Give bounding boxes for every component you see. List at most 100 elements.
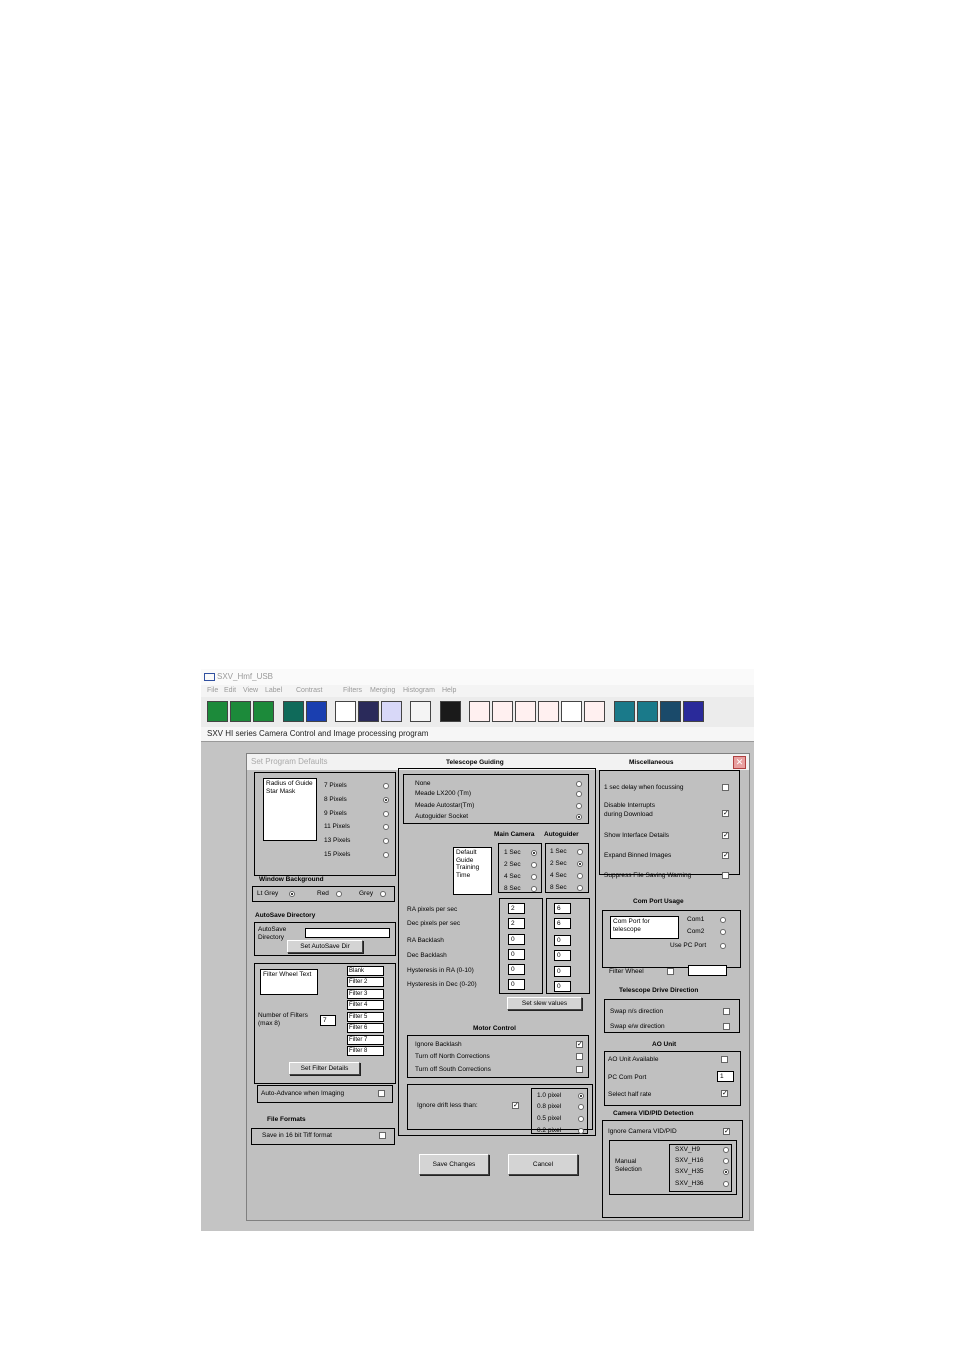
drift-checkbox[interactable]: ✓: [512, 1102, 519, 1109]
auto-time-radio-8[interactable]: [577, 885, 583, 891]
main-time-radio-1[interactable]: [531, 850, 537, 856]
guiding-radio-lx200[interactable]: [576, 791, 582, 797]
com2-radio[interactable]: [720, 929, 726, 935]
com1-radio[interactable]: [720, 917, 726, 923]
main-time-radio-2[interactable]: [531, 862, 537, 868]
set-slew-values-button[interactable]: Set slew values: [507, 997, 582, 1010]
save-changes-button[interactable]: Save Changes: [419, 1154, 489, 1175]
bg-radio-grey[interactable]: [380, 891, 386, 897]
motor-ignore-backlash-checkbox[interactable]: ✓: [576, 1041, 583, 1048]
auto-ra-hysteresis-input[interactable]: 0: [554, 966, 571, 977]
set-filter-details-button[interactable]: Set Filter Details: [289, 1062, 360, 1075]
grid-2-icon[interactable]: [637, 701, 658, 722]
misc-expand-binned-checkbox[interactable]: ✓: [722, 852, 729, 859]
circle-icon[interactable]: [561, 701, 582, 722]
menu-histogram[interactable]: Histogram: [403, 687, 435, 694]
pc-port-radio[interactable]: [720, 943, 726, 949]
auto-time-radio-2[interactable]: [577, 861, 583, 867]
mask-radio-11[interactable]: [383, 824, 389, 830]
misc-suppress-warning-checkbox[interactable]: [722, 872, 729, 879]
menu-help[interactable]: Help: [442, 687, 456, 694]
menu-edit[interactable]: Edit: [224, 687, 236, 694]
filter-name-8[interactable]: Filter 8: [347, 1046, 384, 1056]
swap-ns-checkbox[interactable]: [723, 1008, 730, 1015]
model-radio-h35[interactable]: [723, 1169, 729, 1175]
auto-dec-pix-input[interactable]: 6: [554, 918, 571, 929]
gamma-icon[interactable]: [515, 701, 536, 722]
text-icon[interactable]: [410, 701, 431, 722]
drift-radio-1[interactable]: [578, 1093, 584, 1099]
grid-icon[interactable]: [614, 701, 635, 722]
levels-icon[interactable]: [492, 701, 513, 722]
model-radio-h16[interactable]: [723, 1158, 729, 1164]
auto-time-radio-4[interactable]: [577, 873, 583, 879]
tiff16-checkbox[interactable]: [379, 1132, 386, 1139]
auto-dec-backlash-input[interactable]: 0: [554, 950, 571, 961]
bg-radio-red[interactable]: [336, 891, 342, 897]
drift-radio-4[interactable]: [578, 1128, 584, 1134]
zoom-icon[interactable]: [358, 701, 379, 722]
main-dec-hysteresis-input[interactable]: 0: [508, 979, 525, 990]
auto-time-radio-1[interactable]: [577, 849, 583, 855]
auto-advance-checkbox[interactable]: [378, 1090, 385, 1097]
mask-radio-7[interactable]: [383, 783, 389, 789]
camera-download-2-icon[interactable]: [230, 701, 251, 722]
filter-count-input[interactable]: 7: [320, 1015, 336, 1026]
ignore-vid-pid-checkbox[interactable]: ✓: [723, 1128, 730, 1135]
set-autosave-dir-button[interactable]: Set AutoSave Dir: [287, 940, 363, 953]
resize-icon[interactable]: [381, 701, 402, 722]
camera-download-icon[interactable]: [207, 701, 228, 722]
close-icon[interactable]: ✕: [733, 756, 746, 769]
guide-icon[interactable]: [283, 701, 304, 722]
filter-name-7[interactable]: Filter 7: [347, 1035, 384, 1045]
notes-icon[interactable]: [440, 701, 461, 722]
menu-file[interactable]: File: [207, 687, 218, 694]
peak-icon[interactable]: [538, 701, 559, 722]
guiding-radio-autostar[interactable]: [576, 803, 582, 809]
menu-merging[interactable]: Merging: [370, 687, 395, 694]
drift-radio-2[interactable]: [578, 1104, 584, 1110]
filter-name-3[interactable]: Filter 3: [347, 989, 384, 999]
histogram-icon[interactable]: [469, 701, 490, 722]
select-icon[interactable]: [335, 701, 356, 722]
main-time-radio-4[interactable]: [531, 874, 537, 880]
mask-radio-8[interactable]: [383, 797, 389, 803]
auto-ra-backlash-input[interactable]: 0: [554, 935, 571, 946]
main-ra-hysteresis-input[interactable]: 0: [508, 964, 525, 975]
swap-ew-checkbox[interactable]: [723, 1023, 730, 1030]
menu-label[interactable]: Label: [265, 687, 282, 694]
bg-radio-ltgrey[interactable]: [289, 891, 295, 897]
mask-radio-9[interactable]: [383, 811, 389, 817]
mask-radio-13[interactable]: [383, 838, 389, 844]
autosave-directory-input[interactable]: [305, 928, 390, 938]
ao-half-rate-checkbox[interactable]: ✓: [721, 1090, 728, 1097]
model-radio-h9[interactable]: [723, 1147, 729, 1153]
main-ra-backlash-input[interactable]: 0: [508, 934, 525, 945]
auto-dec-hysteresis-input[interactable]: 0: [554, 981, 571, 992]
main-dec-backlash-input[interactable]: 0: [508, 949, 525, 960]
dots-icon[interactable]: [660, 701, 681, 722]
menu-contrast[interactable]: Contrast: [296, 687, 322, 694]
filter-wheel-port-checkbox[interactable]: [667, 968, 674, 975]
motor-south-checkbox[interactable]: [576, 1066, 583, 1073]
filter-name-5[interactable]: Filter 5: [347, 1012, 384, 1022]
filter-name-1[interactable]: Blank: [347, 966, 384, 976]
misc-focus-delay-checkbox[interactable]: [722, 784, 729, 791]
main-dec-pix-input[interactable]: 2: [508, 918, 525, 929]
main-ra-pix-input[interactable]: 2: [508, 903, 525, 914]
mask-radio-15[interactable]: [383, 852, 389, 858]
ao-pc-com-input[interactable]: 1: [717, 1071, 734, 1082]
misc-interface-details-checkbox[interactable]: ✓: [722, 832, 729, 839]
auto-ra-pix-input[interactable]: 6: [554, 903, 571, 914]
model-radio-h36[interactable]: [723, 1181, 729, 1187]
filter-name-2[interactable]: Filter 2: [347, 977, 384, 987]
filter-name-4[interactable]: Filter 4: [347, 1000, 384, 1010]
motor-north-checkbox[interactable]: [576, 1053, 583, 1060]
misc-disable-interrupts-checkbox[interactable]: ✓: [722, 810, 729, 817]
menu-filters[interactable]: Filters: [343, 687, 362, 694]
drift-radio-3[interactable]: [578, 1116, 584, 1122]
filter-name-6[interactable]: Filter 6: [347, 1023, 384, 1033]
spike-icon[interactable]: [584, 701, 605, 722]
cancel-button[interactable]: Cancel: [508, 1154, 578, 1175]
filter-wheel-port-input[interactable]: [688, 965, 727, 976]
